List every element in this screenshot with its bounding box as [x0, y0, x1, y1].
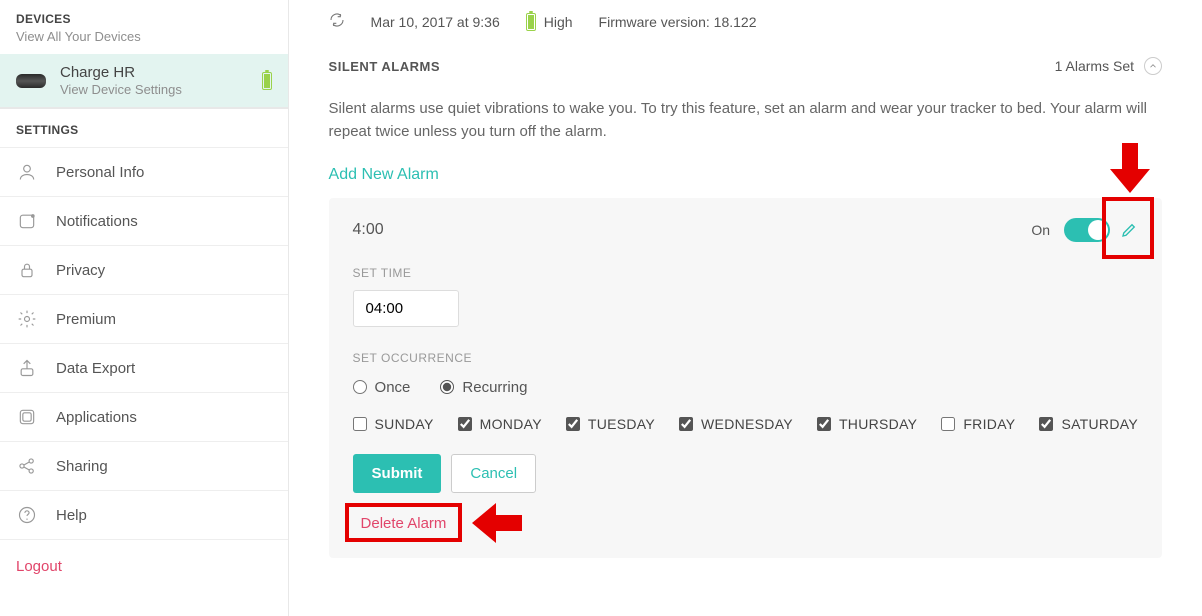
cancel-button[interactable]: Cancel	[451, 454, 536, 493]
logout-link[interactable]: Logout	[0, 539, 288, 593]
occurrence-recurring[interactable]: Recurring	[440, 379, 527, 396]
day-sunday[interactable]: SUNDAY	[353, 416, 434, 432]
menu-label: Sharing	[56, 458, 108, 475]
menu-label: Applications	[56, 409, 137, 426]
menu-label: Data Export	[56, 360, 135, 377]
sidebar-item-notifications[interactable]: Notifications	[0, 196, 288, 245]
battery-label: High	[544, 14, 573, 30]
set-occurrence-label: SET OCCURRENCE	[353, 351, 1138, 365]
sidebar-item-premium[interactable]: Premium	[0, 294, 288, 343]
lock-icon	[16, 259, 38, 281]
gear-icon	[16, 308, 38, 330]
once-label: Once	[375, 379, 411, 396]
devices-title: DEVICES	[16, 12, 272, 26]
add-alarm-link[interactable]: Add New Alarm	[329, 166, 439, 184]
day-friday[interactable]: FRIDAY	[941, 416, 1015, 432]
toggle-label: On	[1031, 222, 1050, 238]
sidebar-item-help[interactable]: Help	[0, 490, 288, 539]
day-thursday[interactable]: THURSDAY	[817, 416, 917, 432]
sidebar-item-personal[interactable]: Personal Info	[0, 147, 288, 196]
day-label: WEDNESDAY	[701, 416, 793, 432]
day-label: SATURDAY	[1061, 416, 1138, 432]
share-icon	[16, 455, 38, 477]
alarms-count[interactable]: 1 Alarms Set	[1055, 57, 1162, 75]
alarm-panel: 4:00 On SET TIME SET OCCURRENCE Once Rec…	[329, 198, 1162, 558]
time-input[interactable]	[353, 290, 459, 327]
export-icon	[16, 357, 38, 379]
settings-title: SETTINGS	[0, 109, 288, 147]
set-time-label: SET TIME	[353, 266, 1138, 280]
status-bar: Mar 10, 2017 at 9:36 High Firmware versi…	[329, 12, 1162, 31]
section-title: SILENT ALARMS	[329, 59, 440, 74]
day-tuesday[interactable]: TUESDAY	[566, 416, 655, 432]
battery-icon	[262, 72, 272, 90]
devices-header: DEVICES View All Your Devices	[0, 0, 288, 54]
day-label: TUESDAY	[588, 416, 655, 432]
sync-time: Mar 10, 2017 at 9:36	[371, 14, 500, 30]
day-label: MONDAY	[480, 416, 542, 432]
edit-icon[interactable]	[1120, 221, 1138, 239]
once-radio[interactable]	[353, 380, 367, 394]
sync-icon[interactable]	[329, 12, 345, 31]
menu-label: Premium	[56, 311, 116, 328]
person-icon	[16, 161, 38, 183]
menu-label: Help	[56, 507, 87, 524]
day-checkbox[interactable]	[941, 417, 955, 431]
square-dot-icon	[16, 210, 38, 232]
delete-alarm-link[interactable]: Delete Alarm	[353, 511, 455, 536]
day-monday[interactable]: MONDAY	[458, 416, 542, 432]
alarm-time-display: 4:00	[353, 221, 384, 239]
alarms-count-label: 1 Alarms Set	[1055, 58, 1134, 74]
device-settings-link[interactable]: View Device Settings	[60, 82, 262, 97]
firmware-label: Firmware version: 18.122	[599, 14, 757, 30]
days-row: SUNDAY MONDAY TUESDAY WEDNESDAY THURSDAY FRID…	[353, 416, 1138, 432]
day-checkbox[interactable]	[817, 417, 831, 431]
day-label: SUNDAY	[375, 416, 434, 432]
day-label: FRIDAY	[963, 416, 1015, 432]
day-wednesday[interactable]: WEDNESDAY	[679, 416, 793, 432]
submit-button[interactable]: Submit	[353, 454, 442, 493]
chevron-up-icon[interactable]	[1144, 57, 1162, 75]
day-checkbox[interactable]	[1039, 417, 1053, 431]
day-label: THURSDAY	[839, 416, 917, 432]
sidebar-item-export[interactable]: Data Export	[0, 343, 288, 392]
device-row[interactable]: Charge HR View Device Settings	[0, 54, 288, 108]
device-image	[16, 74, 46, 88]
sidebar: DEVICES View All Your Devices Charge HR …	[0, 0, 289, 616]
day-checkbox[interactable]	[679, 417, 693, 431]
day-checkbox[interactable]	[353, 417, 367, 431]
day-checkbox[interactable]	[566, 417, 580, 431]
help-icon	[16, 504, 38, 526]
menu-label: Notifications	[56, 213, 138, 230]
main-content: Mar 10, 2017 at 9:36 High Firmware versi…	[289, 0, 1202, 616]
apps-icon	[16, 406, 38, 428]
battery-icon	[526, 13, 536, 31]
occurrence-once[interactable]: Once	[353, 379, 411, 396]
day-saturday[interactable]: SATURDAY	[1039, 416, 1138, 432]
recurring-label: Recurring	[462, 379, 527, 396]
sidebar-item-sharing[interactable]: Sharing	[0, 441, 288, 490]
menu-label: Personal Info	[56, 164, 144, 181]
device-name: Charge HR	[60, 64, 262, 81]
menu-label: Privacy	[56, 262, 105, 279]
sidebar-item-applications[interactable]: Applications	[0, 392, 288, 441]
devices-subtitle[interactable]: View All Your Devices	[16, 29, 272, 44]
recurring-radio[interactable]	[440, 380, 454, 394]
day-checkbox[interactable]	[458, 417, 472, 431]
section-description: Silent alarms use quiet vibrations to wa…	[329, 97, 1162, 144]
alarm-toggle[interactable]	[1064, 218, 1110, 242]
sidebar-item-privacy[interactable]: Privacy	[0, 245, 288, 294]
